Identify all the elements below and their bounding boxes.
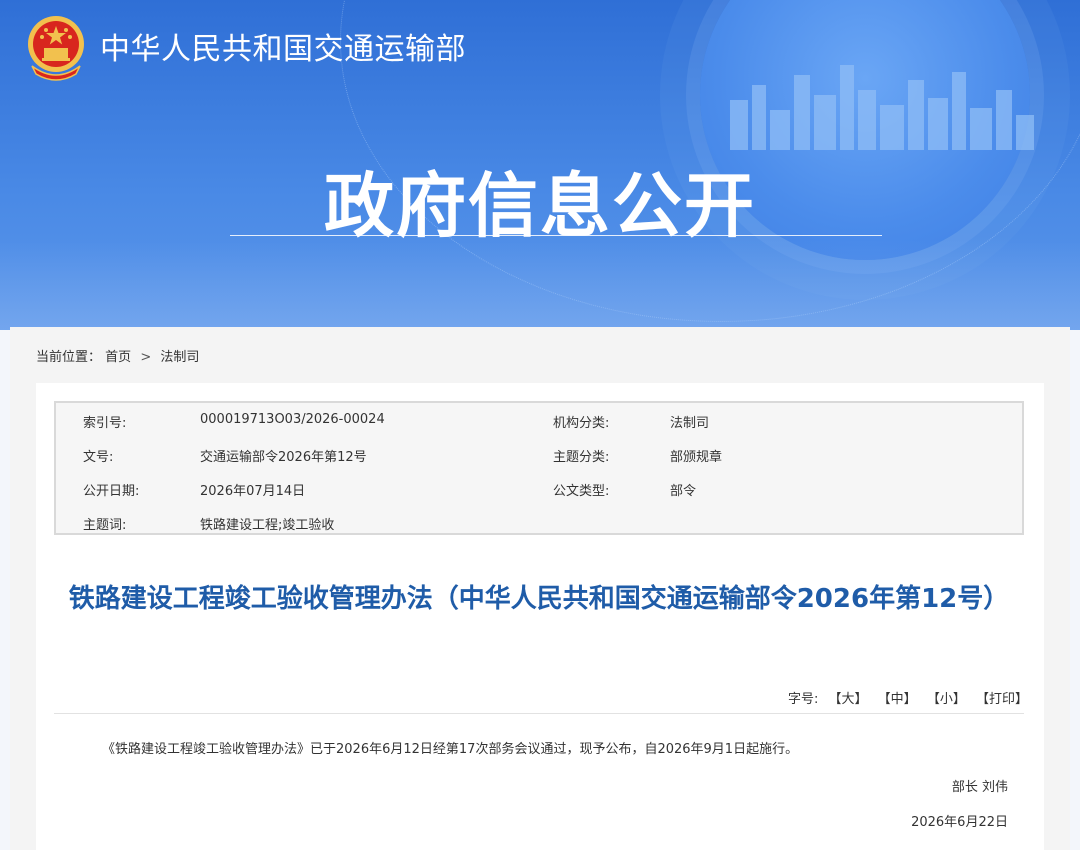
article-sign-date: 2026年6月22日: [911, 815, 1008, 830]
breadcrumb: 当前位置： 首页 > 法制司: [36, 346, 199, 365]
breadcrumb-home-link[interactable]: 首页: [105, 350, 131, 365]
publish-date-label: 公开日期:: [83, 484, 140, 499]
metadata-row: 索引号: 000019713O03/2026-00024 机构分类: 法制司: [56, 406, 1026, 434]
article-signer: 部长 刘伟: [951, 780, 1008, 795]
national-emblem-icon: [28, 16, 84, 81]
metadata-row: 公开日期: 2026年07月14日 公文类型: 部令: [56, 474, 1026, 502]
city-skyline-graphic: [730, 65, 1034, 150]
title-underline: [230, 235, 882, 236]
document-number-label: 文号:: [83, 450, 114, 465]
index-number-value: 000019713O03/2026-00024: [200, 412, 385, 427]
content-divider: [54, 713, 1024, 714]
breadcrumb-department-link[interactable]: 法制司: [160, 350, 199, 365]
topic-category-label: 主题分类:: [553, 450, 610, 465]
index-number-label: 索引号:: [83, 416, 127, 431]
article-title: 铁路建设工程竣工验收管理办法（中华人民共和国交通运输部令2026年第12号）: [68, 584, 1010, 614]
header-banner: 中华人民共和国交通运输部 政府信息公开: [0, 0, 1080, 330]
publish-date-value: 2026年07月14日: [200, 484, 306, 499]
banner-fade: [0, 240, 1080, 330]
agency-category-value: 法制司: [670, 416, 710, 431]
font-size-small-button[interactable]: 【小】: [927, 692, 966, 707]
print-button[interactable]: 【打印】: [976, 692, 1028, 707]
article-panel: 索引号: 000019713O03/2026-00024 机构分类: 法制司 文…: [36, 383, 1044, 850]
breadcrumb-separator: >: [140, 350, 152, 365]
content-area: 当前位置： 首页 > 法制司 索引号: 000019713O03/2026-00…: [10, 327, 1070, 850]
font-size-large-button[interactable]: 【大】: [829, 692, 868, 707]
font-size-controls: 字号: 【大】 【中】 【小】 【打印】: [788, 688, 1028, 707]
breadcrumb-prefix: 当前位置：: [36, 350, 102, 365]
ministry-name[interactable]: 中华人民共和国交通运输部: [100, 24, 466, 68]
metadata-row: 文号: 交通运输部令2026年第12号 主题分类: 部颁规章: [56, 440, 1026, 468]
metadata-row: 主题词: 铁路建设工程;竣工验收: [56, 508, 1026, 536]
article-body: 《铁路建设工程竣工验收管理办法》已于2026年6月12日经第17次部务会议通过，…: [102, 742, 799, 757]
document-number-value: 交通运输部令2026年第12号: [200, 450, 367, 465]
keywords-value: 铁路建设工程;竣工验收: [200, 518, 335, 533]
font-size-label: 字号:: [787, 692, 819, 707]
topic-category-value: 部颁规章: [670, 450, 723, 465]
document-type-label: 公文类型:: [553, 484, 610, 499]
font-size-medium-button[interactable]: 【中】: [878, 692, 917, 707]
keywords-label: 主题词:: [83, 518, 127, 533]
agency-category-label: 机构分类:: [553, 416, 610, 431]
document-type-value: 部令: [670, 484, 697, 499]
metadata-table: 索引号: 000019713O03/2026-00024 机构分类: 法制司 文…: [54, 401, 1024, 535]
